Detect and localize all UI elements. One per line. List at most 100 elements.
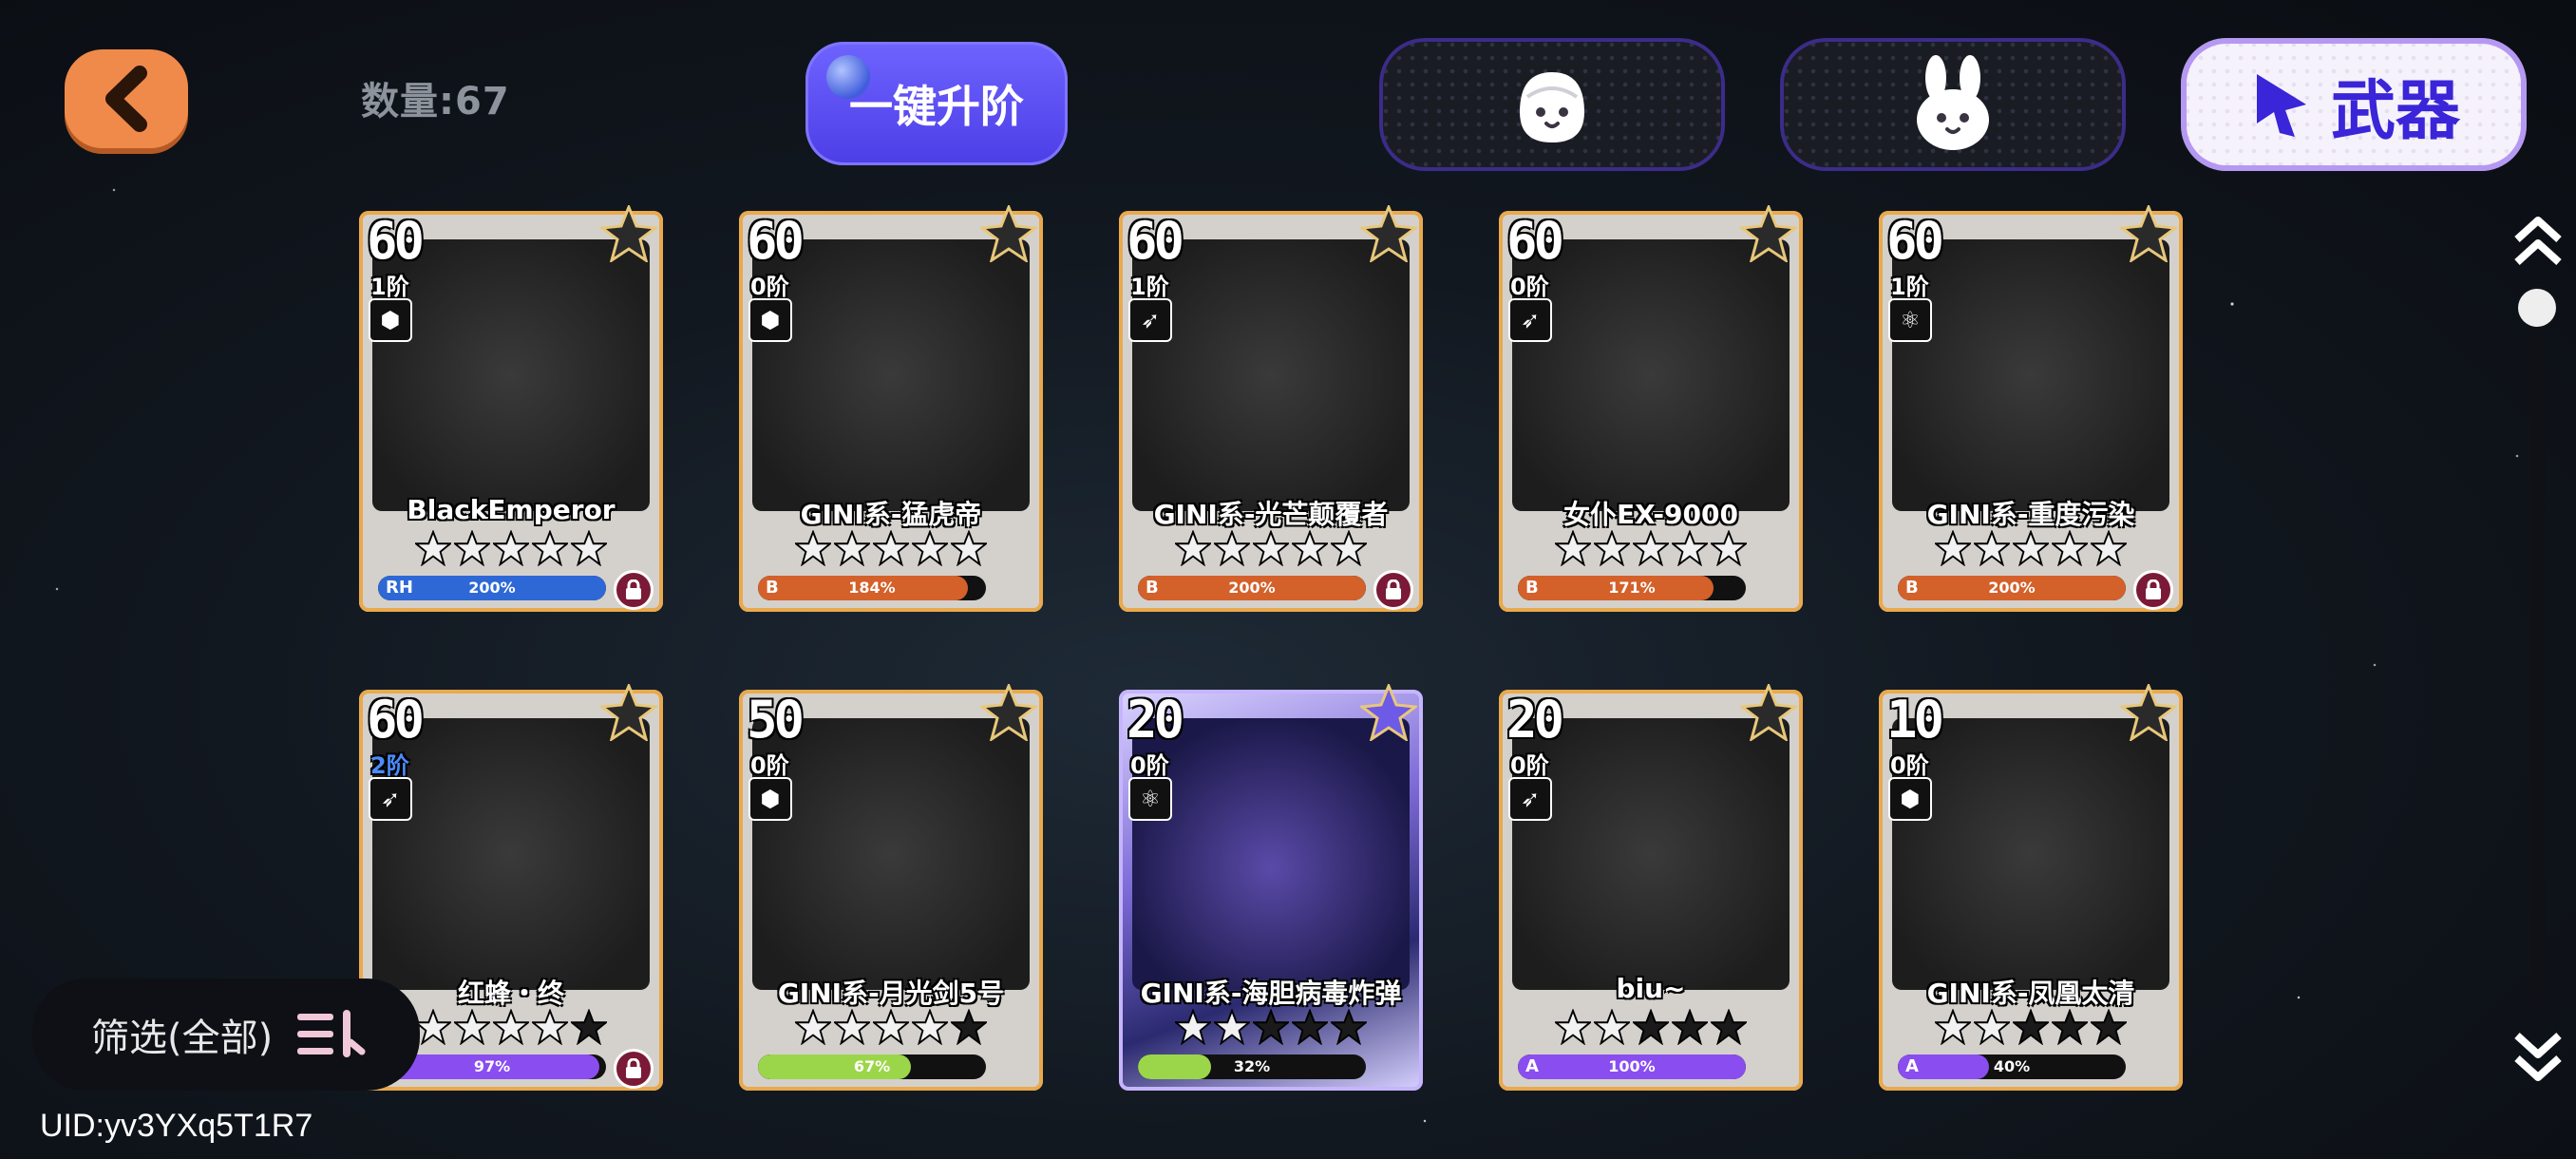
card-rank: 0阶: [1890, 752, 1929, 779]
progress-percent: 32%: [1233, 1057, 1271, 1075]
double-chevron-up-icon: [2514, 217, 2562, 265]
scroll-down-button[interactable]: [2508, 1026, 2568, 1087]
weapon-card[interactable]: 20 0阶 ➶ biu~ A 100%: [1499, 684, 1803, 1091]
card-name: biu~: [1616, 973, 1686, 1004]
tab-weapon-label: 武器: [2330, 73, 2460, 149]
user-id: UID:yv3YXq5T1R7: [40, 1108, 313, 1144]
corner-badge-icon: [600, 684, 657, 741]
lock-icon: [626, 580, 641, 599]
upgrade-progress-bar: A 100%: [1518, 1054, 1746, 1079]
upgrade-progress-bar: B 184%: [758, 576, 986, 600]
lock-button[interactable]: [1373, 570, 1413, 610]
card-rank: 0阶: [750, 752, 789, 779]
face-icon: [1520, 72, 1584, 142]
weapon-card[interactable]: 60 1阶 ➶ GINI系-光芒颠覆者 B 200%: [1119, 205, 1423, 612]
one-click-upgrade-button[interactable]: 一键升阶: [805, 42, 1068, 165]
weapon-card[interactable]: 60 0阶 ➶ 女仆EX-9000 B 171%: [1499, 205, 1803, 612]
card-rank: 0阶: [1130, 752, 1169, 779]
star-rating: [415, 1009, 607, 1045]
double-chevron-down-icon: [2514, 1033, 2562, 1081]
card-name: GINI系-凤凰太清: [1926, 978, 2135, 1009]
card-level: 20: [1127, 690, 1184, 750]
card-level: 60: [367, 690, 425, 750]
card-level: 60: [1127, 211, 1184, 271]
star-rating: [795, 530, 987, 566]
progress-percent: 200%: [1228, 579, 1276, 597]
progress-percent: 67%: [853, 1057, 891, 1075]
weapon-card[interactable]: 10 0阶 ⬢ GINI系-凤凰太清 A 40%: [1879, 684, 2183, 1091]
wing-badge-icon: [980, 205, 1037, 262]
scroll-up-button[interactable]: [2508, 211, 2568, 272]
weapon-card[interactable]: 60 0阶 ⬢ GINI系-猛虎帝 B 184%: [739, 205, 1043, 612]
star-rating: [1935, 1009, 2127, 1045]
upgrade-progress-bar: B 200%: [1138, 576, 1366, 600]
card-level: 20: [1506, 690, 1564, 750]
weapon-art: [1132, 239, 1410, 511]
back-button[interactable]: [65, 49, 188, 148]
card-name: 女仆EX-9000: [1563, 499, 1738, 530]
filter-button[interactable]: 筛选(全部): [32, 978, 420, 1091]
wing-badge-icon: [2120, 684, 2177, 741]
tab-weapon[interactable]: 武器: [2181, 38, 2527, 171]
star-rating: [1555, 1009, 1747, 1045]
card-level: 60: [1886, 211, 1944, 271]
wing-badge-icon: [2120, 205, 2177, 262]
progress-percent: 171%: [1608, 579, 1656, 597]
star-rating: [415, 530, 607, 566]
upgrade-button-label: 一键升阶: [849, 81, 1024, 132]
atom-icon: ⚛: [1128, 777, 1172, 821]
weapon-art: [1892, 239, 2169, 511]
card-level: 10: [1886, 690, 1944, 750]
wing-badge-icon: [980, 684, 1037, 741]
card-name: GINI系-猛虎帝: [800, 499, 982, 530]
card-name: GINI系-光芒颠覆者: [1153, 499, 1389, 530]
star-rating: [1175, 1009, 1367, 1045]
rocket-icon: ➶: [1128, 298, 1172, 342]
upgrade-progress-bar: A 40%: [1898, 1054, 2126, 1079]
card-level: 50: [747, 690, 805, 750]
lock-button[interactable]: [614, 1049, 653, 1089]
progress-percent: 200%: [1988, 579, 2036, 597]
weapon-card[interactable]: 60 1阶 ⬢ BlackEmperor RH 200%: [359, 205, 663, 612]
wing-badge-icon: [600, 205, 657, 262]
progress-percent: 184%: [848, 579, 896, 597]
scrollbar-track[interactable]: [2530, 285, 2546, 998]
card-rank: 1阶: [1130, 274, 1169, 300]
filter-label: 筛选(全部): [91, 1016, 274, 1060]
upgrade-progress-bar: B 200%: [1898, 576, 2126, 600]
lock-icon: [626, 1058, 641, 1078]
rocket-icon: ➶: [369, 777, 412, 821]
wing-badge-icon: [1360, 205, 1417, 262]
card-rank: 0阶: [1510, 752, 1549, 779]
lock-button[interactable]: [2133, 570, 2173, 610]
star-rating: [1935, 530, 2127, 566]
hexagon-icon: ⬢: [369, 298, 412, 342]
weapon-card[interactable]: 50 0阶 ⬢ GINI系-月光剑5号 67%: [739, 684, 1043, 1091]
card-rank: 2阶: [370, 752, 409, 779]
bubble-icon: [826, 55, 870, 99]
star-rating: [1555, 530, 1747, 566]
tab-character[interactable]: [1379, 38, 1725, 171]
tab-pet[interactable]: [1780, 38, 2126, 171]
card-level: 60: [367, 211, 425, 271]
weapon-art: [372, 718, 650, 990]
lock-button[interactable]: [614, 570, 653, 610]
card-level: 60: [1506, 211, 1564, 271]
weapon-art: [1132, 718, 1410, 990]
corner-badge-icon: [1740, 684, 1797, 741]
rocket-icon: [2256, 74, 2306, 137]
upgrade-progress-bar: B 171%: [1518, 576, 1746, 600]
card-name: BlackEmperor: [407, 494, 616, 525]
legend-badge-icon: [1360, 684, 1417, 741]
upgrade-progress-bar: RH 200%: [378, 576, 606, 600]
weapon-art: [752, 239, 1030, 511]
weapon-card[interactable]: 60 1阶 ⚛ GINI系-重度污染 B 200%: [1879, 205, 2183, 612]
card-level: 60: [747, 211, 805, 271]
filter-list-icon: [297, 1010, 366, 1057]
weapon-art: [372, 239, 650, 511]
scrollbar-thumb[interactable]: [2518, 289, 2556, 327]
weapon-card[interactable]: 20 0阶 ⚛ GINI系-海胆病毒炸弹 32%: [1119, 684, 1423, 1091]
chevron-left-icon: [105, 66, 147, 132]
card-rank: 1阶: [1890, 274, 1929, 300]
card-rank: 0阶: [750, 274, 789, 300]
